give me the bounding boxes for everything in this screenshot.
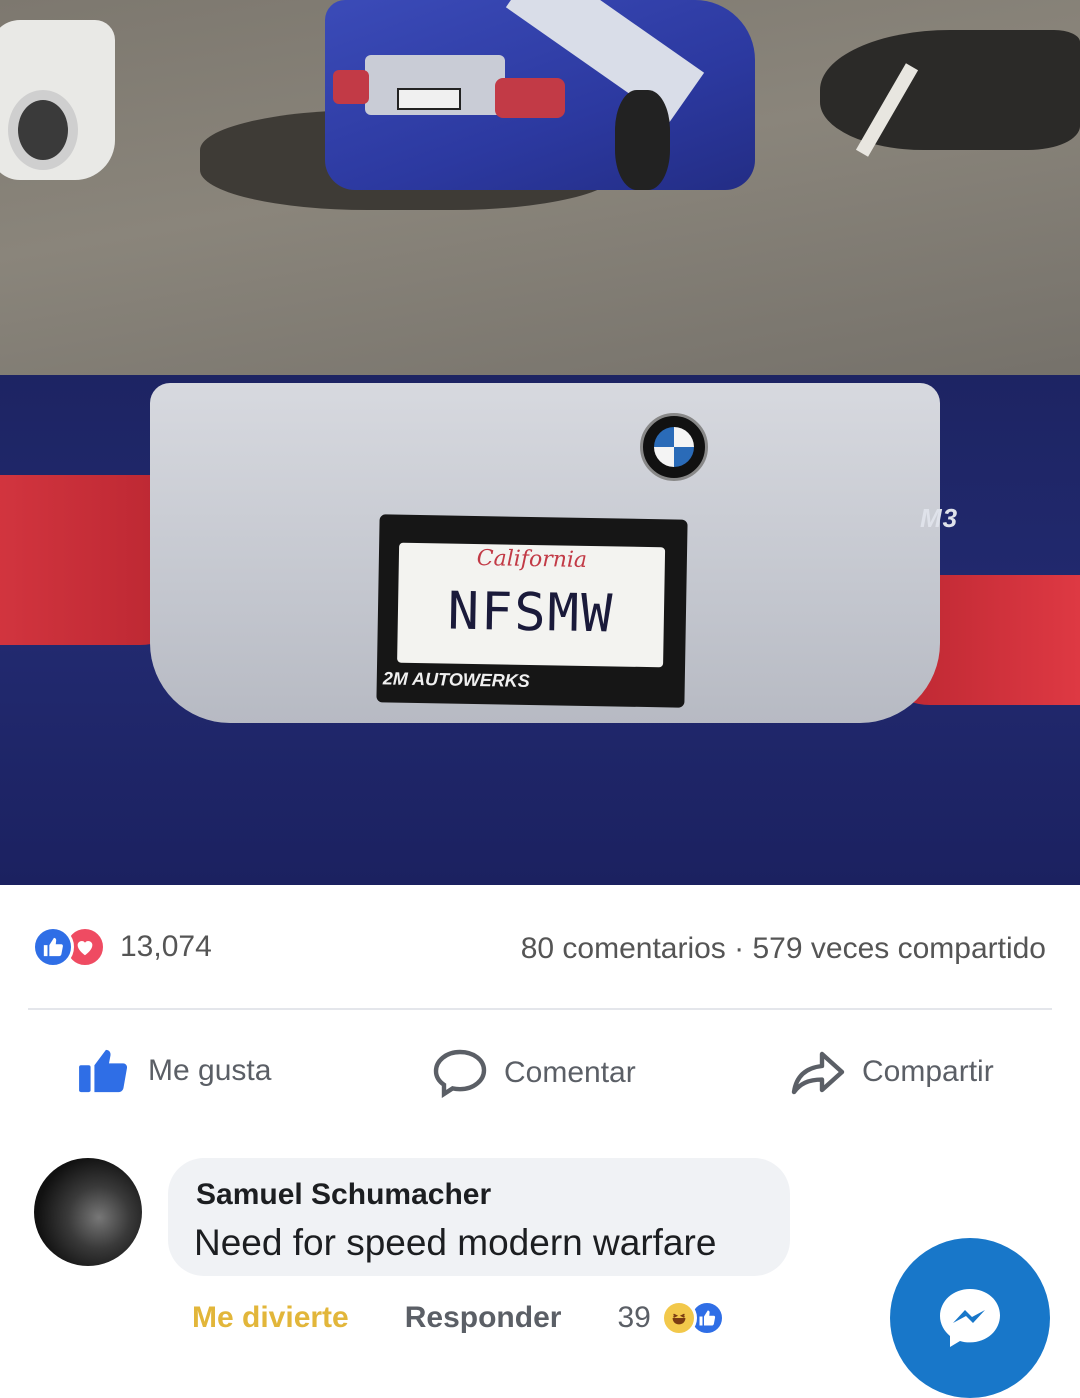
comment-author[interactable]: Samuel Schumacher [196, 1178, 491, 1212]
rear-light-left [333, 70, 369, 104]
bmw-logo-icon [640, 413, 708, 481]
messenger-button[interactable] [890, 1238, 1050, 1398]
comment-text: Need for speed modern warfare [194, 1222, 717, 1263]
rear-light-right [495, 78, 565, 118]
post-actions: Me gusta Comentar Compartir [0, 1042, 1080, 1104]
post-stats: 13,074 80 comentarios · 579 veces compar… [0, 922, 1080, 976]
comment-bubble[interactable]: Samuel Schumacher Need for speed modern … [168, 1158, 790, 1276]
photo-bottom-trunk-closeup: M3 California NFSMW 2M AUTOWERKS [0, 375, 1080, 885]
messenger-icon [940, 1289, 1000, 1347]
white-car-wheel [8, 90, 78, 170]
photo-top-car-on-road [0, 0, 1080, 380]
comment-icon [433, 1049, 487, 1098]
license-plate-frame: California NFSMW 2M AUTOWERKS [376, 514, 688, 708]
divider [28, 1008, 1052, 1010]
rear-wheel [615, 90, 670, 190]
share-button[interactable]: Compartir [790, 1048, 994, 1096]
plate-number: NFSMW [447, 581, 615, 645]
m3-badge: M3 [920, 503, 959, 533]
small-plate [397, 88, 461, 110]
comment-button-label: Comentar [504, 1056, 636, 1089]
post-photo[interactable]: M3 California NFSMW 2M AUTOWERKS [0, 0, 1080, 885]
thumbs-up-icon [79, 1049, 128, 1093]
plate-frame-text: 2M AUTOWERKS [382, 668, 530, 691]
white-car [0, 20, 115, 180]
reaction-count: 13,074 [120, 930, 212, 963]
like-button[interactable]: Me gusta [76, 1048, 271, 1094]
reaction-summary[interactable]: 13,074 [32, 926, 212, 968]
like-button-label: Me gusta [148, 1054, 272, 1087]
blue-livery-car [325, 0, 755, 190]
comment-button[interactable]: Comentar [432, 1048, 636, 1098]
plate-state: California [476, 546, 588, 573]
comments-count-link[interactable]: 80 comentarios [521, 932, 726, 965]
avatar[interactable] [34, 1158, 142, 1266]
comment-reaction-count[interactable]: 39 [617, 1301, 650, 1335]
license-plate: California NFSMW [397, 542, 666, 668]
share-button-label: Compartir [862, 1055, 994, 1088]
share-icon [791, 1051, 845, 1095]
reply-button[interactable]: Responder [405, 1301, 562, 1335]
comment-actions: Me divierte Responder 39 [192, 1300, 725, 1336]
shares-count-link[interactable]: 579 veces compartido [753, 932, 1047, 965]
comment-reaction-button[interactable]: Me divierte [192, 1301, 349, 1335]
stats-right: 80 comentarios · 579 veces compartido [521, 932, 1046, 966]
like-reaction-icon [32, 926, 74, 968]
haha-reaction-icon [660, 1300, 697, 1336]
road-shadow [820, 30, 1080, 150]
stats-separator: · [734, 932, 745, 965]
